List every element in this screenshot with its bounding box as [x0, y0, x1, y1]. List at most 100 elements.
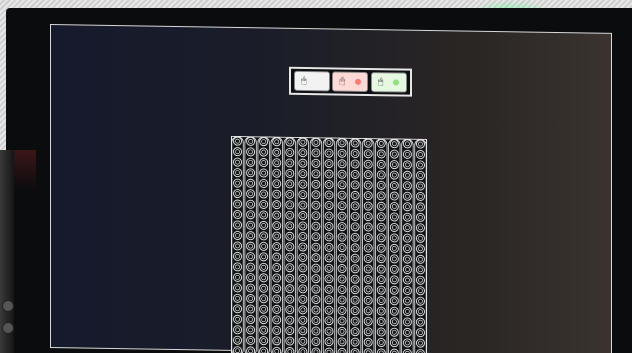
well-cell[interactable]: [415, 265, 425, 275]
well-cell[interactable]: [324, 242, 334, 252]
tool-button-red[interactable]: 🖱: [332, 71, 369, 93]
well-cell[interactable]: [402, 244, 412, 254]
well-cell[interactable]: [311, 169, 321, 179]
well-cell[interactable]: [350, 201, 360, 211]
well-cell[interactable]: [389, 243, 399, 253]
well-cell[interactable]: [415, 160, 425, 170]
well-cell[interactable]: [415, 212, 425, 222]
well-cell[interactable]: [285, 347, 295, 353]
well-cell[interactable]: [259, 315, 269, 325]
well-cell[interactable]: [324, 295, 334, 305]
well-cell[interactable]: [259, 336, 269, 346]
well-cell[interactable]: [363, 264, 373, 274]
well-cell[interactable]: [272, 210, 282, 220]
well-cell[interactable]: [350, 180, 360, 190]
well-cell[interactable]: [363, 180, 373, 190]
well-cell[interactable]: [337, 138, 347, 148]
well-cell[interactable]: [298, 284, 308, 294]
well-cell[interactable]: [246, 210, 256, 220]
well-cell[interactable]: [259, 231, 269, 241]
well-cell[interactable]: [402, 149, 412, 159]
well-cell[interactable]: [298, 336, 308, 346]
well-cell[interactable]: [311, 232, 321, 242]
well-cell[interactable]: [311, 253, 321, 263]
well-cell[interactable]: [259, 346, 269, 353]
well-cell[interactable]: [246, 335, 256, 345]
well-cell[interactable]: [311, 158, 321, 168]
well-cell[interactable]: [402, 191, 412, 201]
well-cell[interactable]: [285, 147, 295, 157]
well-cell[interactable]: [402, 265, 412, 275]
well-cell[interactable]: [337, 211, 347, 221]
well-cell[interactable]: [415, 139, 425, 149]
well-cell[interactable]: [324, 159, 334, 169]
well-cell[interactable]: [285, 200, 295, 210]
well-cell[interactable]: [272, 283, 282, 293]
well-cell[interactable]: [402, 233, 412, 243]
well-cell[interactable]: [389, 149, 399, 159]
well-cell[interactable]: [259, 220, 269, 230]
well-cell[interactable]: [350, 211, 360, 221]
well-cell[interactable]: [415, 233, 425, 243]
well-cell[interactable]: [376, 338, 386, 347]
well-cell[interactable]: [363, 295, 373, 305]
well-cell[interactable]: [402, 160, 412, 170]
well-cell[interactable]: [337, 316, 347, 326]
well-cell[interactable]: [272, 137, 282, 147]
well-cell[interactable]: [272, 252, 282, 262]
well-cell[interactable]: [376, 317, 386, 327]
well-cell[interactable]: [389, 338, 399, 348]
well-cell[interactable]: [376, 138, 386, 148]
well-cell[interactable]: [259, 199, 269, 209]
well-cell[interactable]: [298, 263, 308, 273]
well-cell[interactable]: [324, 190, 334, 200]
well-cell[interactable]: [233, 178, 243, 188]
well-cell[interactable]: [233, 272, 243, 282]
well-cell[interactable]: [272, 147, 282, 157]
well-cell[interactable]: [389, 306, 399, 316]
well-cell[interactable]: [285, 315, 295, 325]
well-cell[interactable]: [324, 180, 334, 190]
well-cell[interactable]: [363, 233, 373, 243]
well-cell[interactable]: [376, 327, 386, 337]
well-cell[interactable]: [415, 307, 425, 317]
well-cell[interactable]: [259, 168, 269, 178]
well-cell[interactable]: [337, 337, 347, 347]
well-cell[interactable]: [363, 253, 373, 263]
well-cell[interactable]: [259, 189, 269, 199]
well-cell[interactable]: [324, 169, 334, 179]
well-cell[interactable]: [233, 220, 243, 230]
well-cell[interactable]: [233, 136, 243, 146]
well-cell[interactable]: [324, 347, 334, 353]
well-cell[interactable]: [272, 168, 282, 178]
well-cell[interactable]: [402, 202, 412, 212]
well-cell[interactable]: [389, 275, 399, 285]
well-cell[interactable]: [337, 326, 347, 336]
well-cell[interactable]: [298, 305, 308, 315]
well-cell[interactable]: [285, 336, 295, 346]
well-cell[interactable]: [298, 179, 308, 189]
well-cell[interactable]: [402, 306, 412, 316]
well-cell[interactable]: [415, 191, 425, 201]
well-cell[interactable]: [389, 170, 399, 180]
well-cell[interactable]: [311, 305, 321, 315]
well-cell[interactable]: [285, 305, 295, 315]
well-cell[interactable]: [311, 148, 321, 158]
well-cell[interactable]: [272, 336, 282, 346]
well-cell[interactable]: [376, 180, 386, 190]
well-cell[interactable]: [298, 200, 308, 210]
well-cell[interactable]: [363, 274, 373, 284]
well-cell[interactable]: [272, 273, 282, 283]
well-cell[interactable]: [298, 347, 308, 353]
well-cell[interactable]: [285, 326, 295, 336]
well-cell[interactable]: [324, 284, 334, 294]
well-cell[interactable]: [376, 170, 386, 180]
well-cell[interactable]: [259, 137, 269, 147]
well-cell[interactable]: [285, 231, 295, 241]
well-cell[interactable]: [350, 316, 360, 326]
well-cell[interactable]: [376, 296, 386, 306]
well-cell[interactable]: [350, 138, 360, 148]
well-cell[interactable]: [272, 294, 282, 304]
well-cell[interactable]: [285, 263, 295, 273]
well-cell[interactable]: [415, 328, 425, 338]
